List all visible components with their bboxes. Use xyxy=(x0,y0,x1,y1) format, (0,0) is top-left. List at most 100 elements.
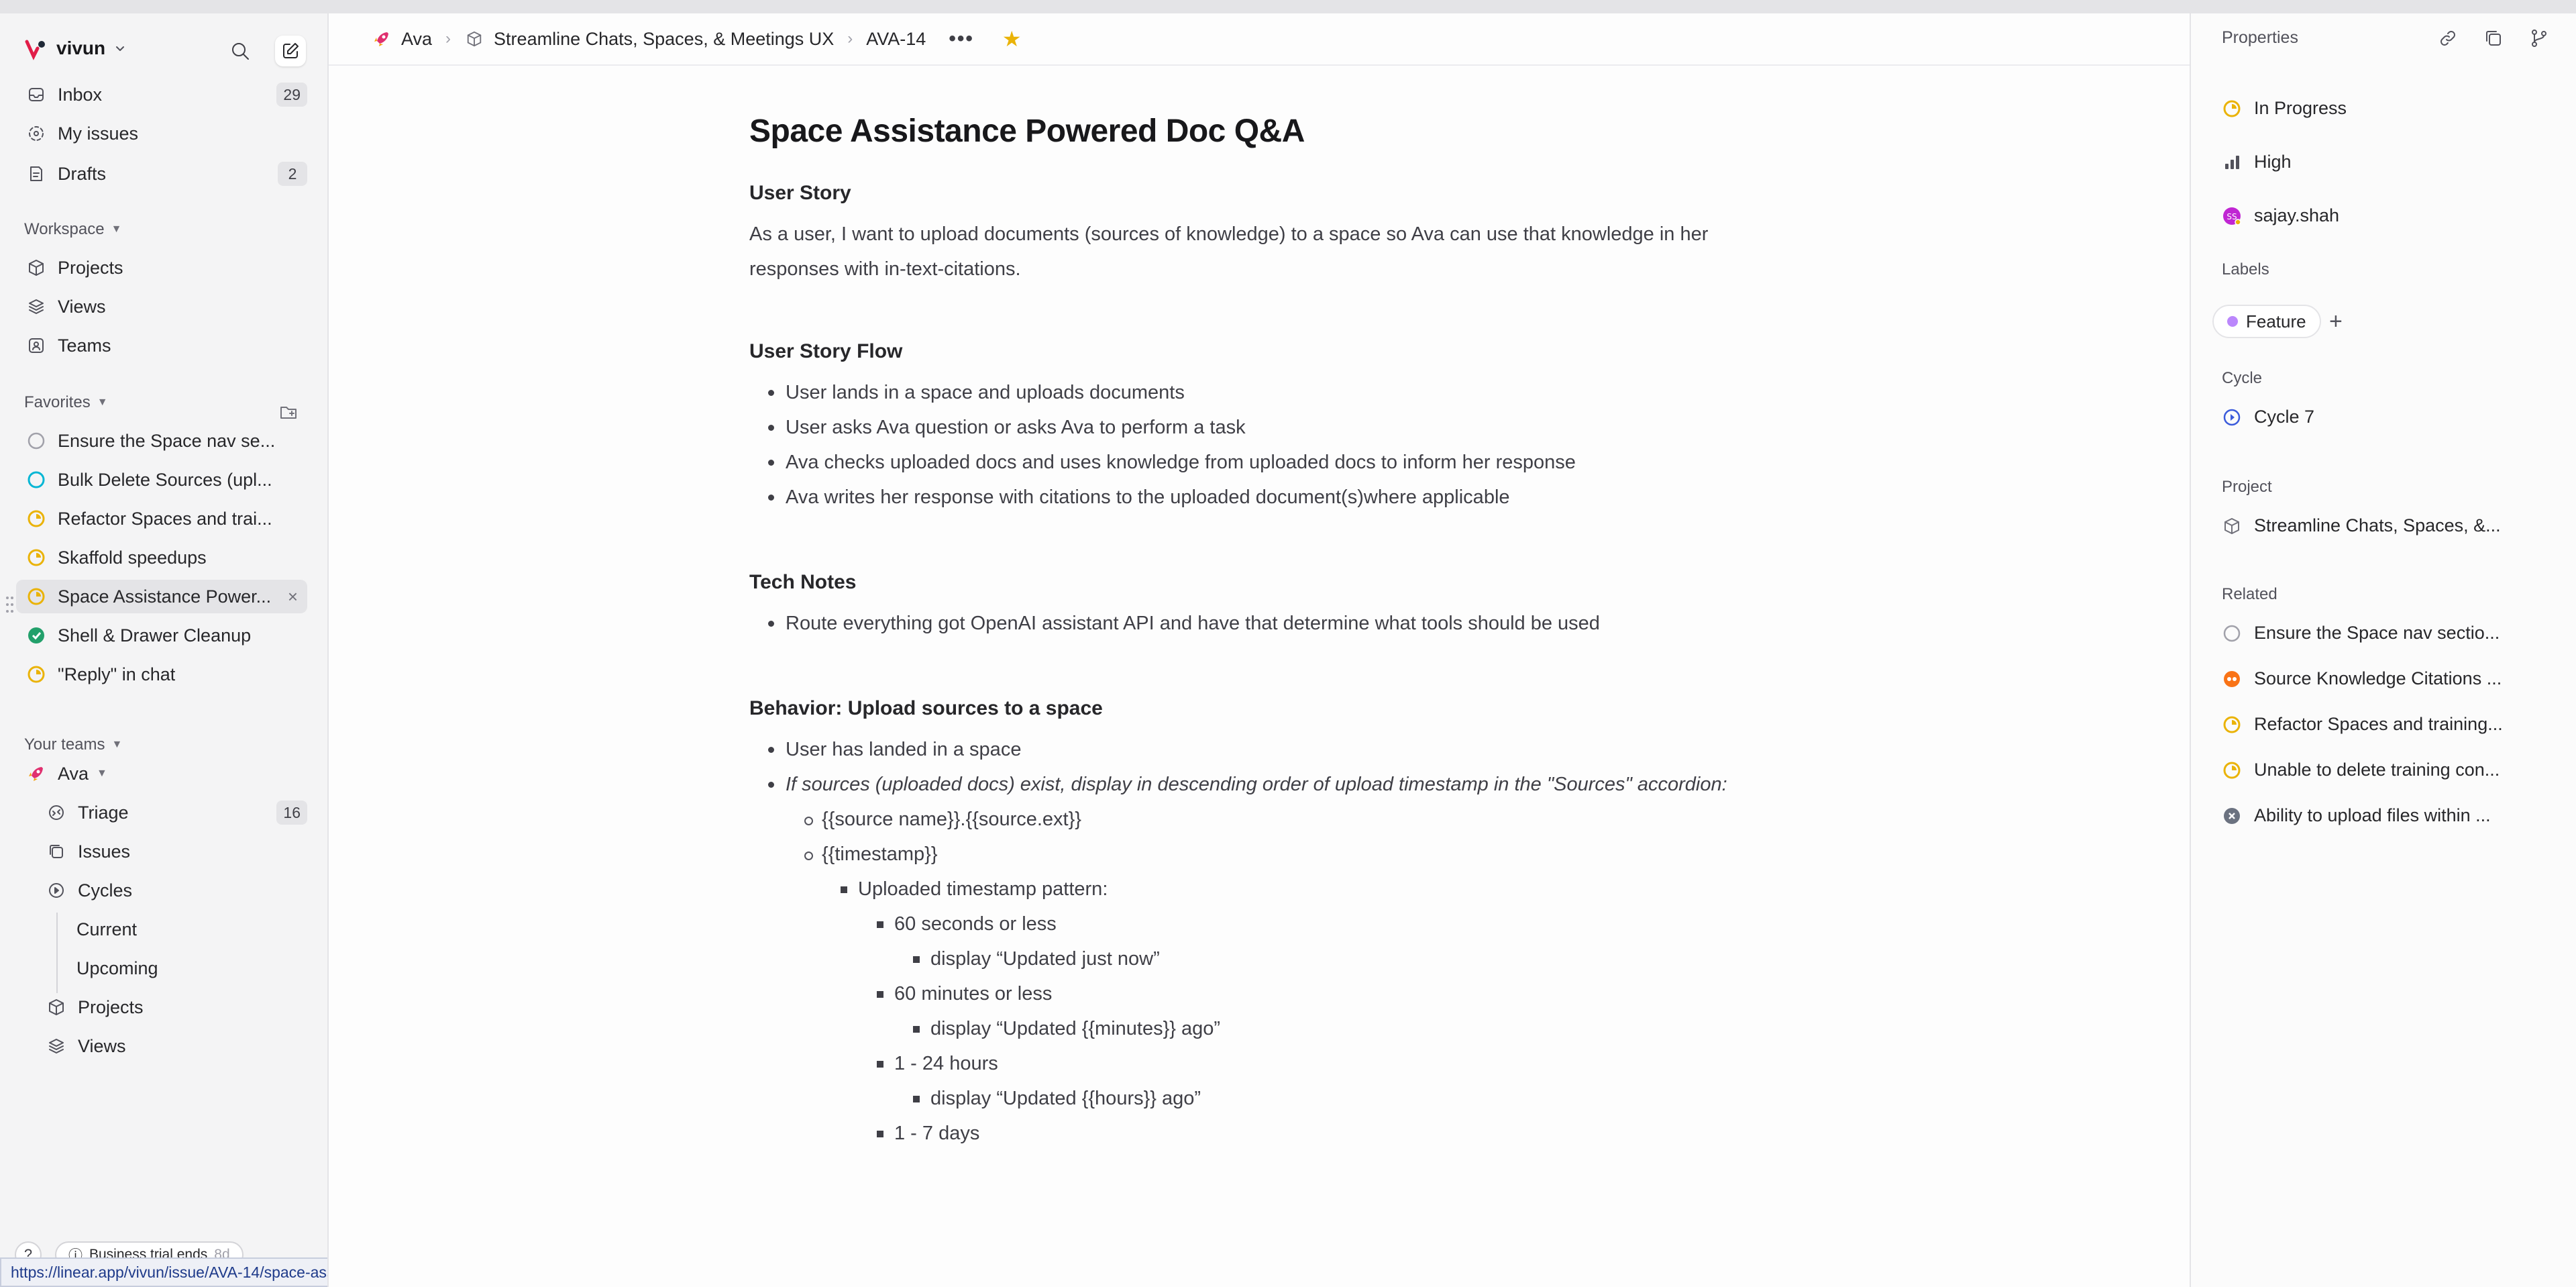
sidebar-item-label: Upcoming xyxy=(76,958,158,978)
status-canceled-icon xyxy=(2222,806,2242,826)
favorite-item[interactable]: Shell & Drawer Cleanup xyxy=(16,619,307,652)
rocket-icon xyxy=(372,29,392,49)
drag-handle-icon[interactable] xyxy=(5,596,15,613)
favorite-star-icon[interactable]: ★ xyxy=(1002,26,1022,52)
team-item-upcoming-cycle[interactable]: Upcoming xyxy=(67,951,307,985)
priority-value: High xyxy=(2254,152,2292,172)
heading-behavior: Behavior: Upload sources to a space xyxy=(749,697,1103,719)
status-todo-icon xyxy=(2222,623,2242,644)
caret-down-icon: ▼ xyxy=(111,739,123,750)
issue-title[interactable]: Space Assistance Powered Doc Q&A xyxy=(749,113,1769,150)
team-item-cycles[interactable]: Cycles xyxy=(36,874,307,907)
favorite-item[interactable]: Bulk Delete Sources (upl... xyxy=(16,463,307,497)
related-label: Refactor Spaces and training... xyxy=(2254,714,2503,734)
related-heading: Related xyxy=(2222,585,2277,603)
cycle-heading: Cycle xyxy=(2222,369,2263,387)
status-in-progress-icon xyxy=(25,547,47,568)
workspace-switcher[interactable]: vivun xyxy=(24,36,127,60)
team-item-triage[interactable]: Triage 16 xyxy=(36,796,307,829)
cube-icon xyxy=(25,257,47,278)
sidebar-item-views[interactable]: Views xyxy=(16,290,307,323)
related-item[interactable]: Unable to delete training con... xyxy=(2222,760,2500,780)
favorite-label: Skaffold speedups xyxy=(58,547,207,568)
avatar: SS xyxy=(2222,206,2242,226)
teams-section-header[interactable]: Your teams ▼ xyxy=(24,735,122,754)
related-item[interactable]: Ability to upload files within ... xyxy=(2222,805,2491,826)
favorites-section-header[interactable]: Favorites ▼ xyxy=(24,393,108,412)
sidebar-item-label: Teams xyxy=(58,335,111,356)
svg-text:SS: SS xyxy=(2226,212,2237,221)
add-label-icon[interactable]: + xyxy=(2329,309,2343,335)
assignee-value: sajay.shah xyxy=(2254,205,2340,225)
sidebar-item-teams[interactable]: Teams xyxy=(16,329,307,362)
status-property[interactable]: In Progress xyxy=(2222,98,2347,119)
inbox-count-badge: 29 xyxy=(276,83,307,107)
team-item-views[interactable]: Views xyxy=(36,1029,307,1063)
related-label: Source Knowledge Citations ... xyxy=(2254,668,2502,688)
workspace-section-header[interactable]: Workspace ▼ xyxy=(24,220,121,239)
project-property[interactable]: Streamline Chats, Spaces, &... xyxy=(2222,515,2501,536)
assignee-property[interactable]: SS sajay.shah xyxy=(2222,205,2339,226)
copy-link-icon[interactable] xyxy=(2438,28,2458,48)
list-item: display “Updated {{hours}} ago” xyxy=(749,1081,1769,1116)
related-item[interactable]: Source Knowledge Citations ... xyxy=(2222,668,2502,689)
git-branch-icon[interactable] xyxy=(2529,28,2549,48)
list-item: {{timestamp}} xyxy=(749,837,1769,872)
user-story-text: As a user, I want to upload documents (s… xyxy=(749,223,1709,280)
project-value: Streamline Chats, Spaces, &... xyxy=(2254,515,2501,535)
list-item: Uploaded timestamp pattern: xyxy=(749,872,1769,907)
sidebar-item-inbox[interactable]: Inbox 29 xyxy=(16,78,307,111)
sidebar-item-label: Projects xyxy=(58,257,123,278)
team-item-issues[interactable]: Issues xyxy=(36,835,307,868)
favorite-item[interactable]: Ensure the Space nav se... xyxy=(16,424,307,458)
properties-actions xyxy=(2438,28,2549,48)
workspace-name: vivun xyxy=(56,38,106,58)
list-item: display “Updated {{minutes}} ago” xyxy=(749,1011,1769,1046)
more-options-icon[interactable]: ••• xyxy=(949,28,974,50)
issue-document[interactable]: Space Assistance Powered Doc Q&A User St… xyxy=(749,113,1769,1151)
list-item: 1 - 24 hours xyxy=(749,1046,1769,1081)
my-issues-icon xyxy=(25,123,47,144)
layers-icon xyxy=(46,1035,67,1057)
favorite-item[interactable]: "Reply" in chat xyxy=(16,658,307,691)
sidebar-item-label: Issues xyxy=(78,841,131,862)
list-item: Route everything got OpenAI assistant AP… xyxy=(749,606,1769,641)
breadcrumb-issue-id[interactable]: AVA-14 xyxy=(866,29,926,50)
heading-user-story-flow: User Story Flow xyxy=(749,340,903,362)
team-item-projects[interactable]: Projects xyxy=(36,990,307,1024)
breadcrumb-team[interactable]: Ava xyxy=(401,29,432,50)
favorite-item-active[interactable]: Space Assistance Power... × xyxy=(16,580,307,613)
compose-icon xyxy=(283,43,299,58)
breadcrumb: Ava › Streamline Chats, Spaces, & Meetin… xyxy=(329,13,2191,66)
favorite-item[interactable]: Skaffold speedups xyxy=(16,541,307,574)
priority-property[interactable]: High xyxy=(2222,152,2292,172)
sidebar-item-drafts[interactable]: Drafts 2 xyxy=(16,157,307,191)
remove-favorite-icon[interactable]: × xyxy=(288,586,298,607)
caret-down-icon: ▼ xyxy=(111,223,122,235)
cycle-property[interactable]: Cycle 7 xyxy=(2222,407,2314,427)
favorite-label: Bulk Delete Sources (upl... xyxy=(58,469,272,490)
list-item: 60 seconds or less xyxy=(749,907,1769,941)
related-item[interactable]: Refactor Spaces and training... xyxy=(2222,714,2503,735)
list-item: If sources (uploaded docs) exist, displa… xyxy=(749,767,1769,802)
drafts-count-badge: 2 xyxy=(278,162,307,186)
label-chip-feature[interactable]: Feature xyxy=(2212,305,2321,338)
new-issue-button[interactable] xyxy=(275,36,306,66)
team-item-current-cycle[interactable]: Current xyxy=(67,913,307,946)
team-ava[interactable]: Ava ▼ xyxy=(16,757,307,790)
sidebar-item-label: Cycles xyxy=(78,880,133,900)
sidebar-item-label: Inbox xyxy=(58,84,103,105)
sidebar-item-my-issues[interactable]: My issues xyxy=(16,117,307,150)
favorite-item[interactable]: Refactor Spaces and trai... xyxy=(16,502,307,535)
sidebar-item-label: My issues xyxy=(58,123,139,144)
search-button[interactable] xyxy=(225,36,255,66)
cycle-icon xyxy=(2222,407,2242,427)
new-folder-icon[interactable] xyxy=(279,403,298,421)
breadcrumb-project[interactable]: Streamline Chats, Spaces, & Meetings UX xyxy=(494,29,834,50)
favorite-label: Ensure the Space nav se... xyxy=(58,430,276,451)
related-item[interactable]: Ensure the Space nav sectio... xyxy=(2222,623,2500,644)
cycle-icon xyxy=(46,880,67,901)
sidebar-item-label: Drafts xyxy=(58,163,107,184)
sidebar-item-projects[interactable]: Projects xyxy=(16,251,307,285)
copy-id-icon[interactable] xyxy=(2483,28,2504,48)
